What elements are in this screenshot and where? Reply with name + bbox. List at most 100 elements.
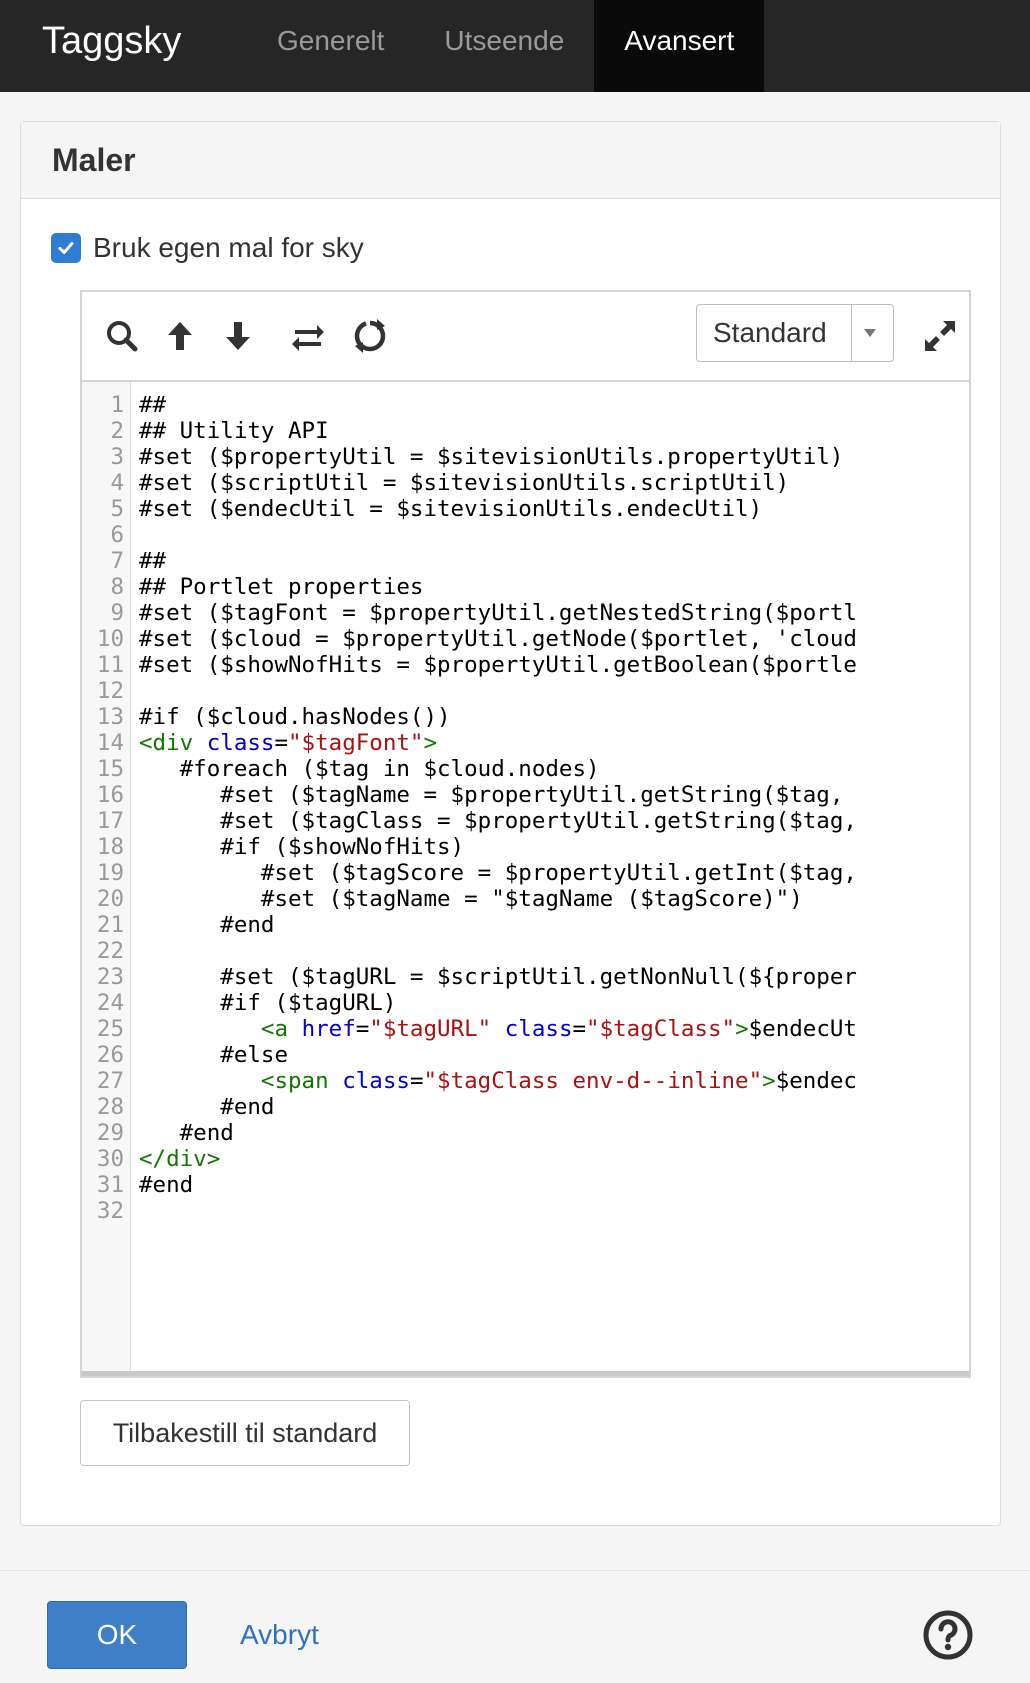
code-line: ## Portlet properties: [139, 574, 424, 600]
code-line: ##: [139, 392, 167, 418]
code-tag: >: [423, 730, 438, 756]
code-tag: >: [762, 1068, 776, 1094]
search-icon[interactable]: [102, 316, 142, 356]
code-line: </div>: [139, 1146, 969, 1172]
line-number: 6: [110, 522, 124, 548]
custom-template-checkbox-row[interactable]: Bruk egen mal for sky: [51, 232, 364, 264]
code-line: #set ($endecUtil = $sitevisionUtils.ende…: [139, 496, 763, 522]
code-line: #else: [139, 1042, 289, 1068]
line-number: 21: [96, 912, 124, 938]
line-number: 31: [96, 1172, 124, 1198]
line-number: 16: [96, 782, 124, 808]
chevron-down-icon: [851, 305, 888, 361]
refresh-icon[interactable]: [350, 316, 390, 356]
code-line: #set ($tagName = $propertyUtil.getString…: [139, 782, 844, 808]
editor-toolbar: Standard: [82, 292, 969, 382]
app-title: Taggsky: [42, 20, 182, 62]
line-number: 4: [110, 470, 124, 496]
reset-to-default-button[interactable]: Tilbakestill til standard: [80, 1400, 410, 1466]
code-area[interactable]: 1 2 3 4 5 6 7 8 9 10 11 12 13 14 15 16 17 18 19 20 21 22 23 24 2…: [82, 382, 969, 1376]
code-attr: class: [504, 1016, 573, 1042]
tab-utseende[interactable]: Utseende: [414, 0, 594, 92]
code-line: #if ($showNofHits): [139, 834, 465, 860]
code-line: #end: [139, 1120, 234, 1146]
code-line: #set ($tagScore = $propertyUtil.getInt($…: [139, 860, 857, 886]
line-number: 3: [110, 444, 124, 470]
code-line: #end: [139, 912, 275, 938]
code-editor: Standard 1 2 3 4 5 6 7 8 9 10 11 12 13 14 15 16 17 18 19 20…: [80, 290, 971, 1378]
code-line: #set ($propertyUtil = $sitevisionUtils.p…: [139, 444, 844, 470]
line-number: 8: [110, 574, 124, 600]
code-line: #set ($scriptUtil = $sitevisionUtils.scr…: [139, 470, 790, 496]
code-line: <div class="$tagFont">: [139, 730, 438, 756]
line-number: 25: [96, 1016, 124, 1042]
code-line: <a href="$tagURL" class="$tagClass">$end…: [260, 1016, 857, 1042]
code-line: #foreach ($tag in $cloud.nodes): [139, 756, 600, 782]
code-attr: href: [301, 1016, 356, 1042]
code-content[interactable]: ## ## Utility API #set ($propertyUtil = $s…: [139, 392, 969, 1224]
line-number: 27: [96, 1068, 124, 1094]
code-line: <span class="$tagClass env-d--inline">$e…: [260, 1068, 857, 1094]
line-number: 9: [110, 600, 124, 626]
code-line: #end: [139, 1172, 194, 1198]
line-number: 23: [96, 964, 124, 990]
line-number: 7: [110, 548, 124, 574]
line-number: 28: [96, 1094, 124, 1120]
code-tag: >: [735, 1016, 749, 1042]
line-number: 2: [110, 418, 124, 444]
code-tag: <div: [139, 730, 194, 756]
code-line: #if ($tagURL): [139, 990, 397, 1016]
ok-button[interactable]: OK: [47, 1601, 187, 1669]
code-text: $endecUt: [748, 1016, 857, 1042]
replace-icon[interactable]: [288, 316, 328, 356]
code-string: "$tagFont": [288, 730, 424, 756]
code-line: #end: [139, 1094, 275, 1120]
code-line: #set ($tagFont = $propertyUtil.getNested…: [139, 600, 857, 626]
arrow-down-icon[interactable]: [218, 316, 258, 356]
code-attr: class: [206, 730, 275, 756]
code-line: #set ($tagURL = $scriptUtil.getNonNull($…: [139, 964, 857, 990]
code-text: $endec: [775, 1068, 857, 1094]
line-number: 12: [96, 678, 124, 704]
code-tag: <a: [260, 1016, 289, 1042]
cancel-link[interactable]: Avbryt: [240, 1601, 319, 1669]
code-attr: class: [342, 1068, 410, 1094]
code-line: #set ($tagName = "$tagName ($tagScore)"): [139, 886, 803, 912]
help-icon[interactable]: [922, 1609, 974, 1661]
line-number: 17: [96, 808, 124, 834]
code-string: "$tagClass env-d--inline": [423, 1068, 763, 1094]
code-line: #set ($cloud = $propertyUtil.getNode($po…: [139, 626, 857, 652]
template-select[interactable]: Standard: [696, 304, 894, 362]
checkmark-icon: [58, 242, 74, 254]
custom-template-label: Bruk egen mal for sky: [93, 232, 364, 263]
line-number: 10: [96, 626, 124, 652]
line-number: 1: [110, 392, 124, 418]
line-number: 14: [96, 730, 124, 756]
line-number: 22: [96, 938, 124, 964]
code-line: #if ($cloud.hasNodes()): [139, 704, 451, 730]
line-number: 18: [96, 834, 124, 860]
line-number: 26: [96, 1042, 124, 1068]
code-tag: </div>: [139, 1146, 221, 1172]
expand-icon[interactable]: [920, 316, 960, 356]
line-number: 32: [96, 1198, 124, 1224]
horizontal-scrollbar[interactable]: [82, 1371, 969, 1376]
line-number: 5: [110, 496, 124, 522]
line-number-gutter: 1 2 3 4 5 6 7 8 9 10 11 12 13 14 15 16 17 18 19 20 21 22 23 24 2…: [82, 382, 131, 1376]
tab-avansert[interactable]: Avansert: [594, 0, 765, 92]
tab-generelt[interactable]: Generelt: [247, 0, 414, 92]
line-number: 11: [96, 652, 124, 678]
custom-template-checkbox[interactable]: [51, 233, 81, 263]
line-number: 19: [96, 860, 124, 886]
code-line: #set ($tagClass = $propertyUtil.getStrin…: [139, 808, 857, 834]
panel-title: Maler: [21, 122, 1000, 199]
dialog-footer: OK Avbryt: [0, 1570, 1030, 1683]
code-tag: <span: [260, 1068, 329, 1094]
arrow-up-icon[interactable]: [160, 316, 200, 356]
templates-panel: Maler Bruk egen mal for sky Standard 1 2…: [20, 121, 1001, 1526]
code-line: #set ($showNofHits = $propertyUtil.getBo…: [139, 652, 857, 678]
